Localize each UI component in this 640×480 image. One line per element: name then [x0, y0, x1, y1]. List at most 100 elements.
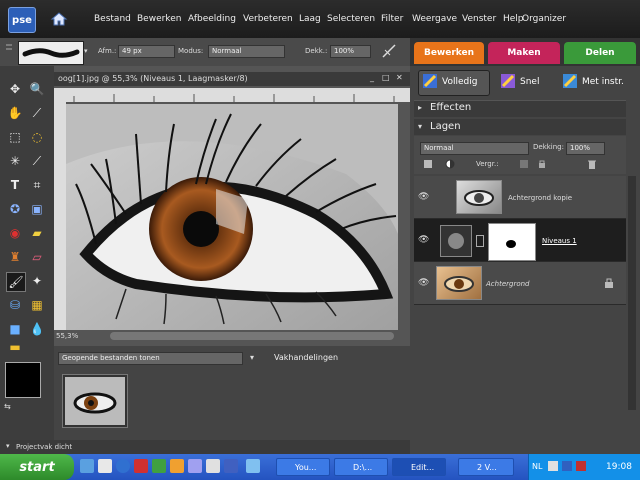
task-editor[interactable]: Edit...: [392, 458, 446, 476]
tray-icon[interactable]: [576, 461, 586, 471]
move-tool-icon[interactable]: ✥: [6, 80, 24, 98]
size-field[interactable]: 49 px: [118, 45, 175, 58]
brush-dropdown-icon[interactable]: ▾: [84, 47, 88, 55]
quicklaunch-icon[interactable]: [224, 459, 238, 473]
brush-tool-icon[interactable]: 🖌: [6, 272, 26, 292]
clone-stamp-tool-icon[interactable]: ♜: [6, 248, 24, 266]
layer-row-selected[interactable]: 👁 Niveaus 1: [414, 219, 626, 262]
crop-tool-icon[interactable]: ⌗: [28, 176, 46, 194]
menu-verbeteren[interactable]: Verbeteren: [243, 14, 293, 24]
straighten-tool-icon[interactable]: ▣: [28, 200, 46, 218]
quicklaunch-icon[interactable]: [188, 459, 202, 473]
bin-dropdown[interactable]: Geopende bestanden tonen: [58, 352, 243, 365]
tab-delen[interactable]: Delen: [564, 42, 636, 64]
trash-icon[interactable]: [586, 158, 598, 170]
blur-tool-icon[interactable]: 💧: [28, 320, 46, 338]
bin-tab[interactable]: Vakhandelingen: [274, 353, 338, 362]
language-indicator[interactable]: NL: [532, 462, 542, 471]
type-tool-icon[interactable]: T: [6, 176, 24, 194]
tool-preset-icon[interactable]: [4, 41, 14, 63]
lock-transparency-icon[interactable]: [518, 158, 530, 170]
red-eye-tool-icon[interactable]: ◉: [6, 224, 24, 242]
healing-brush-tool-icon[interactable]: ▰: [28, 224, 46, 242]
opacity-field[interactable]: 100%: [330, 45, 371, 58]
quick-fix-icon: [500, 73, 516, 89]
menu-weergave[interactable]: Weergave: [412, 14, 457, 24]
layer-row[interactable]: 👁 Achtergrond: [414, 262, 626, 305]
zoom-tool-icon[interactable]: 🔍: [28, 80, 46, 98]
mode-met-instr-button[interactable]: Met instr.: [582, 77, 624, 87]
new-layer-icon[interactable]: [422, 158, 434, 170]
blend-mode-select[interactable]: Normaal: [420, 142, 529, 155]
quicklaunch-icon[interactable]: [80, 459, 94, 473]
lasso-tool-icon[interactable]: ◌: [28, 128, 46, 146]
chevron-down-icon[interactable]: ▾: [6, 442, 10, 450]
menu-bewerken[interactable]: Bewerken: [137, 14, 181, 24]
image-canvas[interactable]: [66, 104, 398, 330]
menu-help[interactable]: Help: [503, 14, 524, 24]
swap-colors-icon[interactable]: ⇆: [4, 402, 11, 411]
foreground-color-swatch[interactable]: [5, 362, 41, 398]
magic-wand-tool-icon[interactable]: ✳: [6, 152, 24, 170]
airbrush-icon[interactable]: [380, 42, 398, 60]
tray-icon[interactable]: [562, 461, 572, 471]
shape-tool-icon[interactable]: ■: [6, 320, 24, 338]
cookie-cutter-tool-icon[interactable]: ✪: [6, 200, 24, 218]
link-icon: [476, 235, 484, 247]
sponge-tool-icon[interactable]: ▬: [6, 338, 24, 356]
quicklaunch-icon[interactable]: [170, 459, 184, 473]
opacity-panel-label: Dekking:: [533, 143, 564, 151]
adjustment-layer-icon[interactable]: [444, 158, 456, 170]
menu-selecteren[interactable]: Selecteren: [327, 14, 375, 24]
quicklaunch-icon[interactable]: [246, 459, 260, 473]
selection-brush-tool-icon[interactable]: ⟋: [28, 152, 46, 170]
menu-afbeelding[interactable]: Afbeelding: [188, 14, 236, 24]
paint-bucket-tool-icon[interactable]: ⛁: [6, 296, 24, 314]
brush-preview[interactable]: [18, 41, 84, 65]
zoom-readout: 55,3%: [56, 332, 79, 340]
mode-snel-button[interactable]: Snel: [520, 77, 539, 87]
tab-bewerken[interactable]: Bewerken: [414, 42, 484, 64]
lock-all-icon[interactable]: [536, 158, 548, 170]
menu-venster[interactable]: Venster: [462, 14, 496, 24]
menu-filter[interactable]: Filter: [381, 14, 403, 24]
quicklaunch-icon[interactable]: [134, 459, 148, 473]
horizontal-scrollbar[interactable]: [110, 332, 394, 340]
minimize-icon[interactable]: _: [370, 73, 374, 82]
eye-icon[interactable]: 👁: [418, 235, 429, 245]
eye-icon[interactable]: 👁: [418, 278, 429, 288]
organizer-button[interactable]: Organizer: [522, 14, 566, 24]
smart-brush-tool-icon[interactable]: ✦: [28, 272, 46, 290]
quicklaunch-icon[interactable]: [98, 459, 112, 473]
layer-row[interactable]: 👁 Achtergrond kopie: [414, 176, 626, 219]
mode-select[interactable]: Normaal: [208, 45, 285, 58]
eyedropper-tool-icon[interactable]: ⟋: [28, 104, 46, 122]
bin-thumbnail[interactable]: [62, 374, 128, 428]
status-text[interactable]: Projectvak dicht: [16, 443, 72, 451]
layers-scrollbar[interactable]: [628, 176, 636, 410]
eraser-tool-icon[interactable]: ▱: [28, 248, 46, 266]
size-label: Afm.:: [98, 47, 117, 55]
tray-icon[interactable]: [548, 461, 558, 471]
eye-icon[interactable]: 👁: [418, 192, 429, 202]
home-icon[interactable]: [50, 10, 68, 28]
start-button[interactable]: start: [0, 454, 74, 480]
adjustment-thumbnail: [440, 225, 472, 257]
quicklaunch-icon[interactable]: [206, 459, 220, 473]
mask-thumbnail[interactable]: [488, 223, 536, 261]
task-explorer[interactable]: D:\...: [334, 458, 388, 476]
quicklaunch-icon[interactable]: [152, 459, 166, 473]
quicklaunch-icon[interactable]: [116, 459, 130, 473]
menu-laag[interactable]: Laag: [299, 14, 321, 24]
vertical-scrollbar[interactable]: [398, 102, 410, 330]
opacity-panel-field[interactable]: 100%: [566, 142, 605, 155]
close-icon[interactable]: ✕: [396, 73, 403, 82]
menu-bestand[interactable]: Bestand: [94, 14, 131, 24]
maximize-icon[interactable]: □: [382, 73, 390, 82]
task-youtube[interactable]: You...: [276, 458, 330, 476]
marquee-tool-icon[interactable]: ⬚: [6, 128, 24, 146]
hand-tool-icon[interactable]: ✋: [6, 104, 24, 122]
task-group[interactable]: 2 V...: [458, 458, 514, 476]
tab-maken[interactable]: Maken: [488, 42, 560, 64]
gradient-tool-icon[interactable]: ▦: [28, 296, 46, 314]
